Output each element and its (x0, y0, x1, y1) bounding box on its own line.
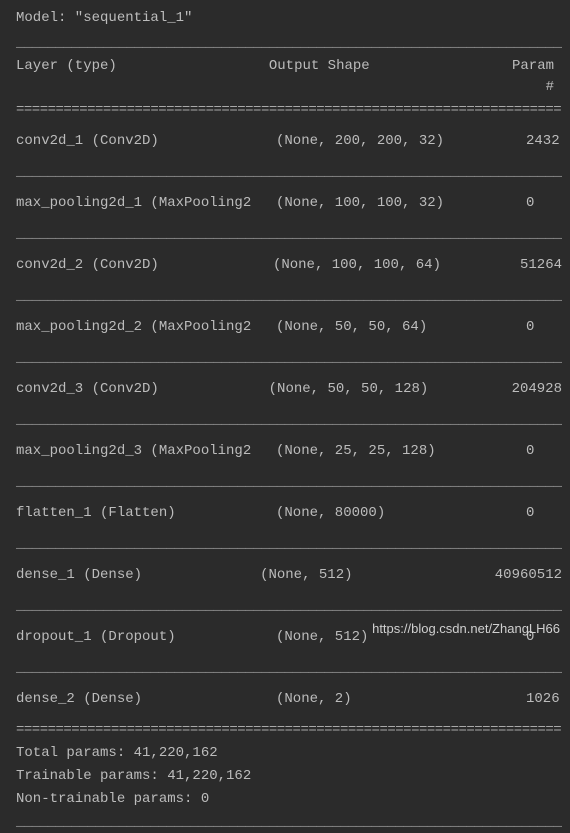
table-row: dense_2 (Dense)(None, 2)1026 (8, 689, 562, 710)
param-count: 1026 (526, 689, 560, 710)
layer-separator: ________________________________________… (8, 534, 562, 555)
output-shape: (None, 512) (260, 565, 495, 586)
table-row: conv2d_2 (Conv2D)(None, 100, 100, 64)512… (8, 255, 562, 276)
table-row: flatten_1 (Flatten)(None, 80000)0 (8, 503, 562, 524)
output-shape: (None, 2) (276, 689, 526, 710)
layer-separator: ________________________________________… (8, 162, 562, 183)
param-count: 40960512 (495, 565, 562, 586)
layer-name: dense_2 (Dense) (16, 689, 276, 710)
output-shape: (None, 50, 50, 128) (269, 379, 512, 400)
layer-separator: ________________________________________… (8, 224, 562, 245)
output-shape: (None, 100, 100, 64) (273, 255, 520, 276)
header-output: Output Shape (269, 56, 512, 98)
trainable-params: Trainable params: 41,220,162 (8, 766, 562, 787)
layer-name: conv2d_2 (Conv2D) (16, 255, 273, 276)
layer-name: conv2d_1 (Conv2D) (16, 131, 276, 152)
param-count: 0 (526, 441, 534, 462)
equals-separator-top: ========================================… (8, 100, 562, 121)
layer-separator: ________________________________________… (8, 658, 562, 679)
param-count: 2432 (526, 131, 560, 152)
layer-name: dense_1 (Dense) (16, 565, 260, 586)
table-row: max_pooling2d_1 (MaxPooling2(None, 100, … (8, 193, 562, 214)
output-shape: (None, 200, 200, 32) (276, 131, 526, 152)
layer-name: max_pooling2d_1 (MaxPooling2 (16, 193, 276, 214)
layer-separator: ________________________________________… (8, 286, 562, 307)
output-shape: (None, 25, 25, 128) (276, 441, 526, 462)
layer-name: conv2d_3 (Conv2D) (16, 379, 269, 400)
layer-separator: ________________________________________… (8, 596, 562, 617)
total-params: Total params: 41,220,162 (8, 743, 562, 764)
param-count: 0 (526, 503, 534, 524)
layer-separator: ________________________________________… (8, 348, 562, 369)
watermark: https://blog.csdn.net/ZhangLH66 (372, 619, 560, 639)
underline-bottom: ________________________________________… (8, 812, 562, 833)
param-count: 51264 (520, 255, 562, 276)
output-shape: (None, 50, 50, 64) (276, 317, 526, 338)
layer-name: max_pooling2d_2 (MaxPooling2 (16, 317, 276, 338)
layer-separator: ________________________________________… (8, 410, 562, 431)
layer-name: dropout_1 (Dropout) (16, 627, 276, 648)
layer-name: max_pooling2d_3 (MaxPooling2 (16, 441, 276, 462)
table-row: max_pooling2d_3 (MaxPooling2(None, 25, 2… (8, 441, 562, 462)
param-count: 204928 (512, 379, 562, 400)
param-count: 0 (526, 317, 534, 338)
table-header: Layer (type) Output Shape Param # (8, 56, 562, 98)
underline-top: ________________________________________… (8, 33, 562, 54)
table-row: dense_1 (Dense)(None, 512)40960512 (8, 565, 562, 586)
header-param: Param # (512, 56, 562, 98)
nontrainable-params: Non-trainable params: 0 (8, 789, 562, 810)
table-row: conv2d_3 (Conv2D)(None, 50, 50, 128)2049… (8, 379, 562, 400)
param-count: 0 (526, 193, 534, 214)
table-row: conv2d_1 (Conv2D)(None, 200, 200, 32)243… (8, 131, 562, 152)
table-row: max_pooling2d_2 (MaxPooling2(None, 50, 5… (8, 317, 562, 338)
layer-separator: ________________________________________… (8, 472, 562, 493)
equals-separator-bottom: ========================================… (8, 720, 562, 741)
output-shape: (None, 100, 100, 32) (276, 193, 526, 214)
layer-name: flatten_1 (Flatten) (16, 503, 276, 524)
model-title: Model: "sequential_1" (8, 8, 562, 29)
output-shape: (None, 80000) (276, 503, 526, 524)
header-layer: Layer (type) (16, 56, 269, 98)
